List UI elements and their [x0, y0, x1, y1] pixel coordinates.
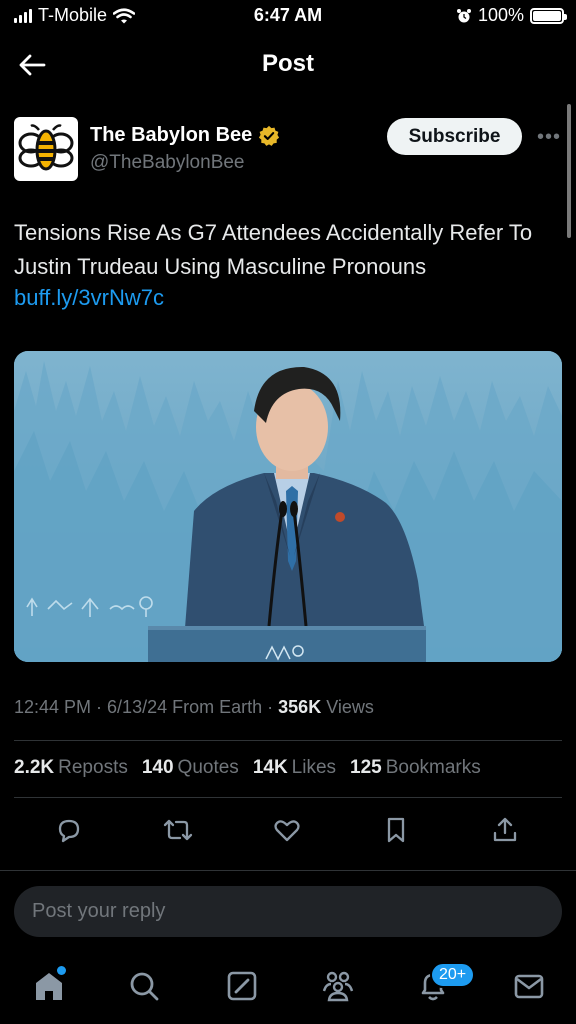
- verified-badge-icon: [259, 125, 280, 146]
- likes-count: 14K: [252, 757, 288, 778]
- nav-messages[interactable]: [509, 966, 549, 1006]
- compose-icon: [227, 971, 257, 1001]
- reposts-stat[interactable]: 2.2K Reposts: [14, 757, 128, 779]
- more-options-button[interactable]: •••: [536, 124, 562, 150]
- post-stats: 2.2K Reposts 140 Quotes 14K Likes 125 Bookma…: [14, 757, 481, 779]
- reply-placeholder: Post your reply: [32, 900, 166, 922]
- battery-icon: [530, 7, 567, 24]
- action-bar: [0, 812, 576, 852]
- author-handle[interactable]: @TheBabylonBee: [90, 152, 245, 174]
- like-button[interactable]: [269, 812, 305, 848]
- bookmark-button[interactable]: [378, 812, 414, 848]
- heart-icon: [274, 820, 300, 842]
- bee-logo-icon: [18, 124, 74, 171]
- author-name-row[interactable]: The Babylon Bee: [90, 124, 280, 147]
- nav-compose[interactable]: [222, 966, 262, 1006]
- post-image[interactable]: [14, 351, 562, 662]
- page-title: Post: [261, 50, 314, 77]
- mail-icon: [514, 974, 544, 999]
- reply-button[interactable]: [51, 812, 87, 848]
- quotes-count: 140: [141, 757, 174, 778]
- divider: [14, 797, 562, 798]
- status-right: 100%: [456, 5, 567, 26]
- scrollbar[interactable]: [567, 104, 571, 238]
- communities-icon: [322, 971, 354, 1002]
- home-unread-dot: [57, 966, 66, 975]
- search-icon: [130, 972, 159, 1001]
- status-bar: T-Mobile 6:47 AM 100%: [0, 0, 576, 32]
- quotes-label: Quotes: [177, 757, 239, 778]
- subscribe-button[interactable]: Subscribe: [387, 118, 522, 155]
- post-meta: 12:44 PM · 6/13/24 From Earth · 356K Vie…: [14, 697, 374, 717]
- notifications-badge: 20+: [430, 962, 476, 988]
- likes-stat[interactable]: 14K Likes: [253, 757, 336, 779]
- bookmark-icon: [387, 817, 405, 843]
- post-source: From Earth: [172, 697, 263, 717]
- repost-icon: [163, 819, 193, 841]
- post-time: 12:44 PM: [14, 697, 92, 717]
- nav-communities[interactable]: [318, 966, 358, 1006]
- bookmarks-label: Bookmarks: [385, 757, 481, 778]
- post-date: 6/13/24: [107, 697, 168, 717]
- post-text: Tensions Rise As G7 Attendees Accidental…: [14, 220, 533, 279]
- post-link[interactable]: buff.ly/3vrNw7c: [14, 285, 164, 311]
- avatar[interactable]: [14, 117, 78, 181]
- divider: [14, 740, 562, 741]
- quotes-stat[interactable]: 140 Quotes: [142, 757, 239, 779]
- battery-percent: 100%: [477, 5, 524, 25]
- share-button[interactable]: [487, 812, 523, 848]
- views-count[interactable]: 356K: [278, 697, 321, 717]
- divider: [0, 870, 576, 871]
- header: Post: [0, 32, 576, 96]
- reposts-count: 2.2K: [14, 757, 55, 778]
- bottom-nav: [0, 952, 576, 1024]
- author-name[interactable]: The Babylon Bee: [90, 124, 252, 147]
- views-label[interactable]: Views: [326, 697, 374, 717]
- nav-home[interactable]: [29, 966, 69, 1006]
- alarm-icon: [456, 8, 471, 22]
- reply-input[interactable]: Post your reply: [14, 886, 562, 937]
- reposts-label: Reposts: [58, 757, 128, 778]
- nav-search[interactable]: [124, 966, 164, 1006]
- bookmarks-count: 125: [350, 757, 382, 778]
- likes-label: Likes: [291, 757, 337, 778]
- bookmarks-stat[interactable]: 125 Bookmarks: [350, 757, 481, 779]
- comment-icon: [58, 819, 80, 843]
- repost-button[interactable]: [160, 812, 196, 848]
- share-icon: [493, 817, 517, 842]
